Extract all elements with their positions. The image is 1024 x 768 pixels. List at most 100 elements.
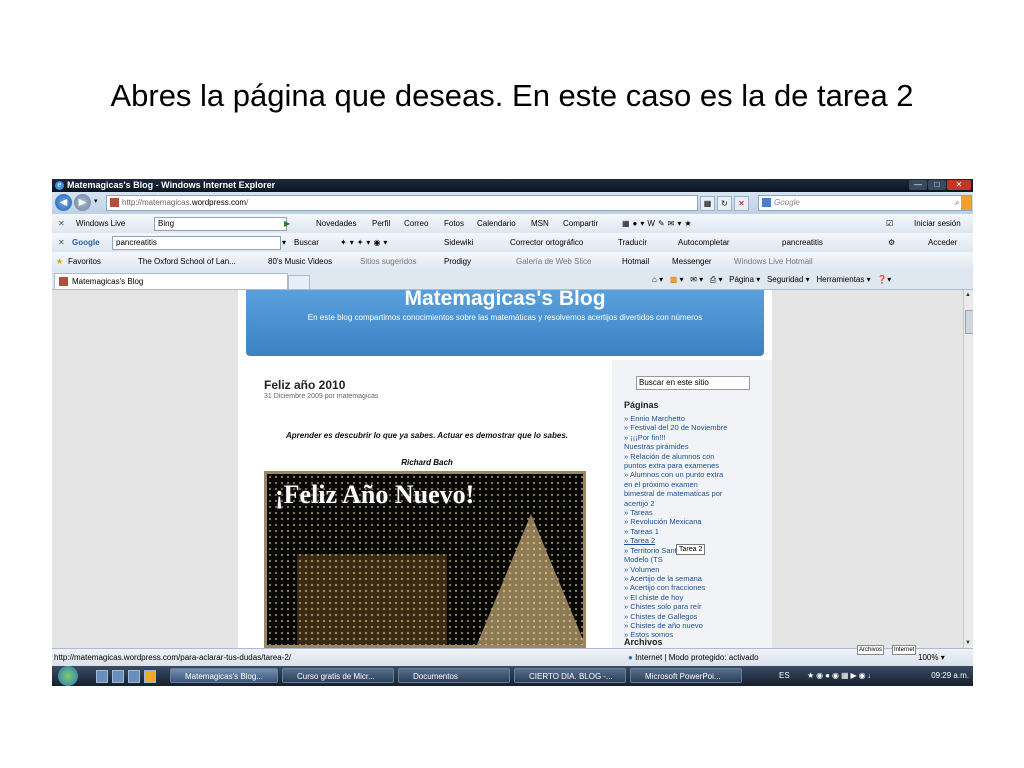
page-link[interactable]: » Volumen xyxy=(624,565,770,574)
taskbar-button[interactable]: Documentos xyxy=(398,668,510,683)
page-link[interactable]: » Chistes de Gallegos xyxy=(624,612,770,621)
live-signin[interactable]: Iniciar sesión xyxy=(914,214,961,233)
page-link[interactable]: » Festival del 20 de Noviembre xyxy=(624,423,770,432)
signin-icon[interactable]: ☑ xyxy=(886,214,893,233)
quicklaunch-icon[interactable] xyxy=(96,670,108,683)
bing-go-icon[interactable]: ▶ xyxy=(284,214,290,233)
cmd-pagina[interactable]: Página xyxy=(729,275,754,284)
google-search-input[interactable]: Google ⌕ xyxy=(758,195,972,211)
page-link[interactable]: » Revolución Mexicana xyxy=(624,517,770,526)
tray-icons[interactable]: ★◉●◉▦▶◉♩ xyxy=(807,666,878,686)
fav-item-oxford[interactable]: The Oxford School of Lan... xyxy=(138,252,236,271)
forward-arrow-icon[interactable]: ▶ xyxy=(74,194,91,211)
post-title[interactable]: Feliz año 2010 xyxy=(264,378,345,392)
cmd-seguridad[interactable]: Seguridad xyxy=(767,275,803,284)
live-item-msn[interactable]: MSN xyxy=(531,214,549,233)
page-link[interactable]: Nuestras pirámides xyxy=(624,442,770,451)
page-link[interactable]: » Relación de alumnos con xyxy=(624,452,770,461)
page-link[interactable]: acertijo 2 xyxy=(624,499,770,508)
address-input[interactable]: http://matemagicas.wordpress.com/ xyxy=(106,195,698,211)
back-arrow-icon[interactable]: ◀ xyxy=(55,194,72,211)
scroll-down-icon[interactable]: ▼ xyxy=(965,640,971,646)
page-link[interactable]: » Ennio Marchetto xyxy=(624,414,770,423)
favorites-label[interactable]: Favoritos xyxy=(68,252,101,271)
page-link[interactable]: en el próximo examen xyxy=(624,480,770,489)
fav-item-live-hotmail[interactable]: Windows Live Hotmail xyxy=(734,252,813,271)
start-button[interactable] xyxy=(58,666,78,686)
google-misc-icons[interactable]: ✦▾✦▾◉▾ xyxy=(340,233,390,252)
fav-item-80s[interactable]: 80's Music Videos xyxy=(268,252,332,271)
page-link[interactable]: » Chistes solo para reír xyxy=(624,602,770,611)
quicklaunch-icon[interactable] xyxy=(128,670,140,683)
scroll-up-icon[interactable]: ▲ xyxy=(965,292,971,298)
page-link[interactable]: » Tareas 1 xyxy=(624,527,770,536)
vertical-scrollbar[interactable]: ▲ ▼ xyxy=(963,290,973,648)
new-tab-button[interactable] xyxy=(288,275,310,290)
fav-item-webslice[interactable]: Galería de Web Slice xyxy=(516,252,591,271)
live-item-novedades[interactable]: Novedades xyxy=(316,214,356,233)
google-traducir[interactable]: Traducir xyxy=(618,233,647,252)
live-toolbar-icons[interactable]: ▦●▾W✎✉▾★ xyxy=(622,214,695,233)
fav-item-messenger[interactable]: Messenger xyxy=(672,252,712,271)
home-icon[interactable]: ⌂ xyxy=(652,275,657,284)
scroll-thumb[interactable] xyxy=(965,310,973,334)
page-link[interactable]: » Chistes de año nuevo xyxy=(624,621,770,630)
print-icon[interactable]: ⎙ xyxy=(710,275,716,284)
page-link[interactable]: Modelo (TS xyxy=(624,555,770,564)
wrench-icon[interactable]: ⚙ xyxy=(888,233,895,252)
live-item-fotos[interactable]: Fotos xyxy=(444,214,464,233)
tab-matemagicas[interactable]: Matemagicas's Blog xyxy=(54,273,288,289)
cmd-herramientas[interactable]: Herramientas xyxy=(816,275,864,284)
google-buscar[interactable]: Buscar xyxy=(294,233,319,252)
page-link[interactable]: » Acertijo con fracciones xyxy=(624,583,770,592)
taskbar-button[interactable]: Matemagicas's Blog... xyxy=(170,668,278,683)
bing-search-input[interactable]: Bing xyxy=(154,217,287,231)
search-options-icon[interactable] xyxy=(961,196,971,210)
stop-icon[interactable]: ✕ xyxy=(734,196,749,211)
live-item-calendario[interactable]: Calendario xyxy=(477,214,516,233)
compat-view-icon[interactable]: ▦ xyxy=(700,196,715,211)
page-link[interactable]: » ¡¡¡Por fin!!! xyxy=(624,433,770,442)
google-toolbar-search-input[interactable]: pancreatitis xyxy=(112,236,281,250)
google-corrector[interactable]: Corrector ortográfico xyxy=(510,233,583,252)
google-autocompletar[interactable]: Autocompletar xyxy=(678,233,730,252)
page-link[interactable]: puntos extra para examenes xyxy=(624,461,770,470)
quicklaunch-icon[interactable] xyxy=(112,670,124,683)
rss-icon[interactable]: ▩ xyxy=(670,275,678,284)
close-icon[interactable]: ✕ xyxy=(947,180,971,190)
google-sidewiki[interactable]: Sidewiki xyxy=(444,233,473,252)
live-item-correo[interactable]: Correo xyxy=(404,214,428,233)
language-indicator[interactable]: ES xyxy=(779,666,790,686)
ie-icon: e xyxy=(55,181,64,190)
history-dropdown-icon[interactable]: ▾ xyxy=(94,197,98,205)
taskbar-button[interactable]: CIERTO DIA. BLOG -... xyxy=(514,668,626,683)
close-google-toolbar-icon[interactable]: ✕ xyxy=(58,233,65,252)
minimize-icon[interactable]: — xyxy=(909,180,927,190)
chevron-down-icon[interactable]: ▾ xyxy=(282,233,286,252)
mail-icon[interactable]: ✉ xyxy=(690,275,697,284)
fav-item-prodigy[interactable]: Prodigy xyxy=(444,252,471,271)
refresh-icon[interactable]: ↻ xyxy=(717,196,732,211)
page-link[interactable]: » El chiste de hoy xyxy=(624,593,770,602)
page-link[interactable]: » Tareas xyxy=(624,508,770,517)
zoom-level[interactable]: 100% ▾ xyxy=(918,649,945,666)
taskbar-button[interactable]: Microsoft PowerPoi... xyxy=(630,668,742,683)
help-icon[interactable]: ❓ xyxy=(877,275,887,284)
live-item-perfil[interactable]: Perfil xyxy=(372,214,390,233)
maximize-icon[interactable]: □ xyxy=(928,180,946,190)
site-search-input[interactable]: Buscar en este sitio xyxy=(636,376,750,390)
page-link[interactable]: bimestral de matematicas por xyxy=(624,489,770,498)
quicklaunch-icon[interactable] xyxy=(144,670,156,683)
search-icon[interactable]: ⌕ xyxy=(955,196,959,210)
clock[interactable]: 09:29 a.m. xyxy=(931,666,969,686)
live-item-compartir[interactable]: Compartir xyxy=(563,214,598,233)
google-acceder[interactable]: Acceder xyxy=(928,233,957,252)
fav-item-sugeridos[interactable]: Sitios sugeridos xyxy=(360,252,416,271)
google-highlight-term[interactable]: pancreatitis xyxy=(782,233,823,252)
close-toolbar-icon[interactable]: ✕ xyxy=(58,214,65,233)
taskbar-button[interactable]: Curso gratis de Micr... xyxy=(282,668,394,683)
page-link[interactable]: » Acertijo de la semana xyxy=(624,574,770,583)
page-link[interactable]: » Alumnos con un punto extra xyxy=(624,470,770,479)
fav-item-hotmail[interactable]: Hotmail xyxy=(622,252,649,271)
blog-title[interactable]: Matemagicas's Blog xyxy=(246,290,764,312)
